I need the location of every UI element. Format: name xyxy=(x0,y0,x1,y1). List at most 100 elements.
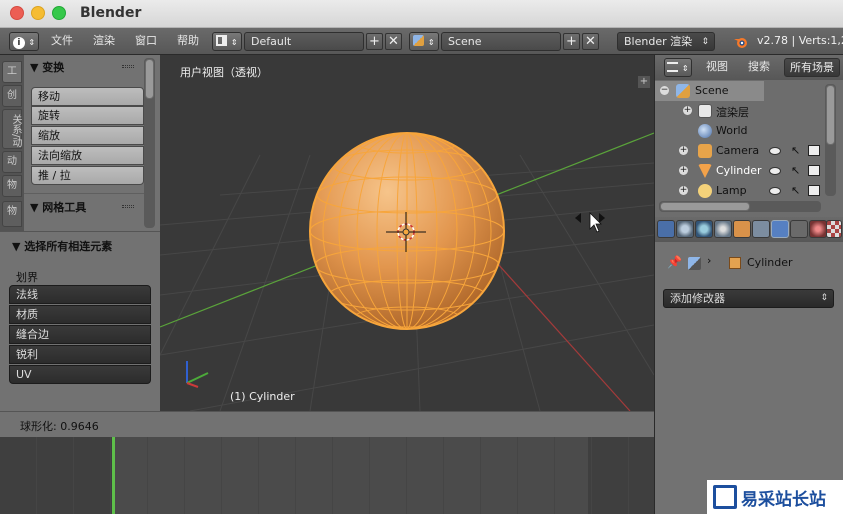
outliner-display-mode-dropdown[interactable]: 所有场景 xyxy=(784,58,840,77)
toolshelf-scrollbar[interactable] xyxy=(144,58,155,228)
delete-scene-x-icon[interactable]: ✕ xyxy=(582,33,599,50)
tab-physics[interactable]: 物 xyxy=(2,175,22,197)
blender-logo-icon xyxy=(733,35,749,49)
delete-layout-x-icon[interactable]: ✕ xyxy=(385,33,402,50)
title-bar: Blender xyxy=(0,0,843,28)
data-tab-icon[interactable] xyxy=(790,220,808,238)
drag-handle-icon[interactable] xyxy=(122,65,134,68)
operator-panel: ▼ 选择所有相连元素 划界 法线 材质 缝合边 锐利 UV xyxy=(0,231,160,411)
scene-name-field[interactable]: Scene xyxy=(441,32,561,51)
select-arrow-icon[interactable]: ↖ xyxy=(791,164,800,177)
tab-relations[interactable]: 关系/动 xyxy=(2,109,22,149)
viewport-expand-plus-icon[interactable]: + xyxy=(638,76,650,88)
mesh-data-icon xyxy=(688,257,701,270)
delimit-sharp-toggle[interactable]: 锐利 xyxy=(9,345,151,364)
expand-toggle-icon[interactable]: + xyxy=(679,146,688,155)
menu-render[interactable]: 渲染 xyxy=(93,32,115,51)
outliner-row-lamp[interactable]: + Lamp xyxy=(655,181,833,201)
outliner-label: 渲染层 xyxy=(716,106,749,119)
move-button[interactable]: 移动 xyxy=(31,87,144,106)
scene-stats: v2.78 | Verts:1,2 xyxy=(757,34,843,47)
outliner-menu-search[interactable]: 搜索 xyxy=(748,58,770,77)
scene-tab-icon[interactable] xyxy=(695,220,713,238)
outliner-editor-type-button[interactable]: ⇕ xyxy=(664,58,692,77)
add-layout-plus-icon[interactable]: + xyxy=(366,33,383,50)
delimit-uv-toggle[interactable]: UV xyxy=(9,365,151,384)
visibility-eye-icon[interactable] xyxy=(769,147,781,155)
delimit-material-toggle[interactable]: 材质 xyxy=(9,305,151,324)
mesh-object-icon xyxy=(698,164,712,178)
push-pull-button[interactable]: 推 / 拉 xyxy=(31,166,144,185)
outliner-row-camera[interactable]: + Camera xyxy=(655,141,833,161)
render-camera-icon[interactable] xyxy=(808,145,820,156)
screen-layout-name-field[interactable]: Default xyxy=(244,32,364,51)
tab-create[interactable]: 创 xyxy=(2,85,22,107)
render-camera-icon[interactable] xyxy=(808,165,820,176)
transform-panel-header[interactable]: ▼ 变换 xyxy=(30,59,64,75)
panel-divider xyxy=(24,193,144,194)
screen-layout-selector[interactable]: ⇕ xyxy=(212,32,242,51)
visibility-eye-icon[interactable] xyxy=(769,187,781,195)
editor-type-info-button[interactable]: i ⇕ xyxy=(9,32,39,51)
modifier-wrench-icon[interactable] xyxy=(771,220,789,238)
texture-tab-icon[interactable] xyxy=(826,220,842,238)
object-cube-icon xyxy=(729,257,741,269)
rotate-button[interactable]: 旋转 xyxy=(31,106,144,125)
add-scene-plus-icon[interactable]: + xyxy=(563,33,580,50)
3d-viewport[interactable]: 用户视图（透视） (1) Cylinder + xyxy=(160,55,654,411)
scale-button[interactable]: 缩放 xyxy=(31,126,144,145)
render-tab-camera-icon[interactable] xyxy=(657,220,675,238)
outliner-row-scene[interactable]: − Scene xyxy=(655,81,764,101)
render-engine-dropdown[interactable]: Blender 渲染 ⇕ xyxy=(617,32,715,51)
menu-file[interactable]: 文件 xyxy=(51,32,73,51)
maximize-window-button[interactable] xyxy=(52,6,66,20)
menu-help[interactable]: 帮助 xyxy=(177,32,199,51)
menu-window[interactable]: 窗口 xyxy=(135,32,157,51)
select-arrow-icon[interactable]: ↖ xyxy=(791,144,800,157)
outliner-menu-view[interactable]: 视图 xyxy=(706,58,728,77)
properties-tab-bar xyxy=(655,217,843,242)
add-modifier-dropdown[interactable]: 添加修改器 ⇕ xyxy=(663,289,834,308)
outliner-label: Scene xyxy=(695,84,729,97)
expand-toggle-icon[interactable]: + xyxy=(679,166,688,175)
drag-handle-icon[interactable] xyxy=(122,205,134,208)
expand-toggle-icon[interactable]: + xyxy=(683,106,692,115)
scrollbar-thumb[interactable] xyxy=(826,85,835,145)
tab-misc[interactable]: 物 xyxy=(2,201,22,227)
constraints-tab-icon[interactable] xyxy=(752,220,770,238)
outliner-label: World xyxy=(716,124,748,137)
minimize-window-button[interactable] xyxy=(31,6,45,20)
delimit-normal-toggle[interactable]: 法线 xyxy=(9,285,151,304)
collapse-toggle-icon[interactable]: − xyxy=(660,86,669,95)
render-layers-icon xyxy=(698,104,712,118)
scrollbar-thumb[interactable] xyxy=(145,59,154,99)
add-modifier-label: 添加修改器 xyxy=(670,292,725,305)
tab-animation[interactable]: 动 xyxy=(2,151,22,173)
header-status: 球形化: 0.9646 xyxy=(0,411,654,437)
pin-icon[interactable]: 📌 xyxy=(667,255,682,269)
scene-selector[interactable]: ⇕ xyxy=(409,32,439,51)
close-window-button[interactable] xyxy=(10,6,24,20)
operator-status-text: 球形化: 0.9646 xyxy=(20,420,99,433)
render-layers-tab-icon[interactable] xyxy=(676,220,694,238)
object-tab-icon[interactable] xyxy=(733,220,751,238)
operator-panel-header[interactable]: ▼ 选择所有相连元素 xyxy=(12,238,112,254)
material-tab-icon[interactable] xyxy=(809,220,827,238)
timeline-area[interactable] xyxy=(0,437,654,514)
expand-toggle-icon[interactable]: + xyxy=(679,186,688,195)
select-arrow-icon[interactable]: ↖ xyxy=(791,184,800,197)
outliner-horizontal-scrollbar[interactable] xyxy=(659,201,821,212)
visibility-eye-icon[interactable] xyxy=(769,167,781,175)
outliner-row-cylinder[interactable]: + Cylinder xyxy=(655,161,833,181)
render-camera-icon[interactable] xyxy=(808,185,820,196)
outliner-row-render-layers[interactable]: + 渲染层 xyxy=(655,101,833,121)
camera-icon xyxy=(698,144,712,158)
mesh-tools-panel-header[interactable]: ▼ 网格工具 xyxy=(30,199,86,215)
tab-tools[interactable]: 工 xyxy=(2,61,22,83)
delimit-seam-toggle[interactable]: 缝合边 xyxy=(9,325,151,344)
scrollbar-thumb[interactable] xyxy=(660,202,750,211)
shrink-fatten-button[interactable]: 法向缩放 xyxy=(31,146,144,165)
world-tab-icon[interactable] xyxy=(714,220,732,238)
outliner-row-world[interactable]: World xyxy=(655,121,833,141)
outliner-vertical-scrollbar[interactable] xyxy=(825,84,836,196)
